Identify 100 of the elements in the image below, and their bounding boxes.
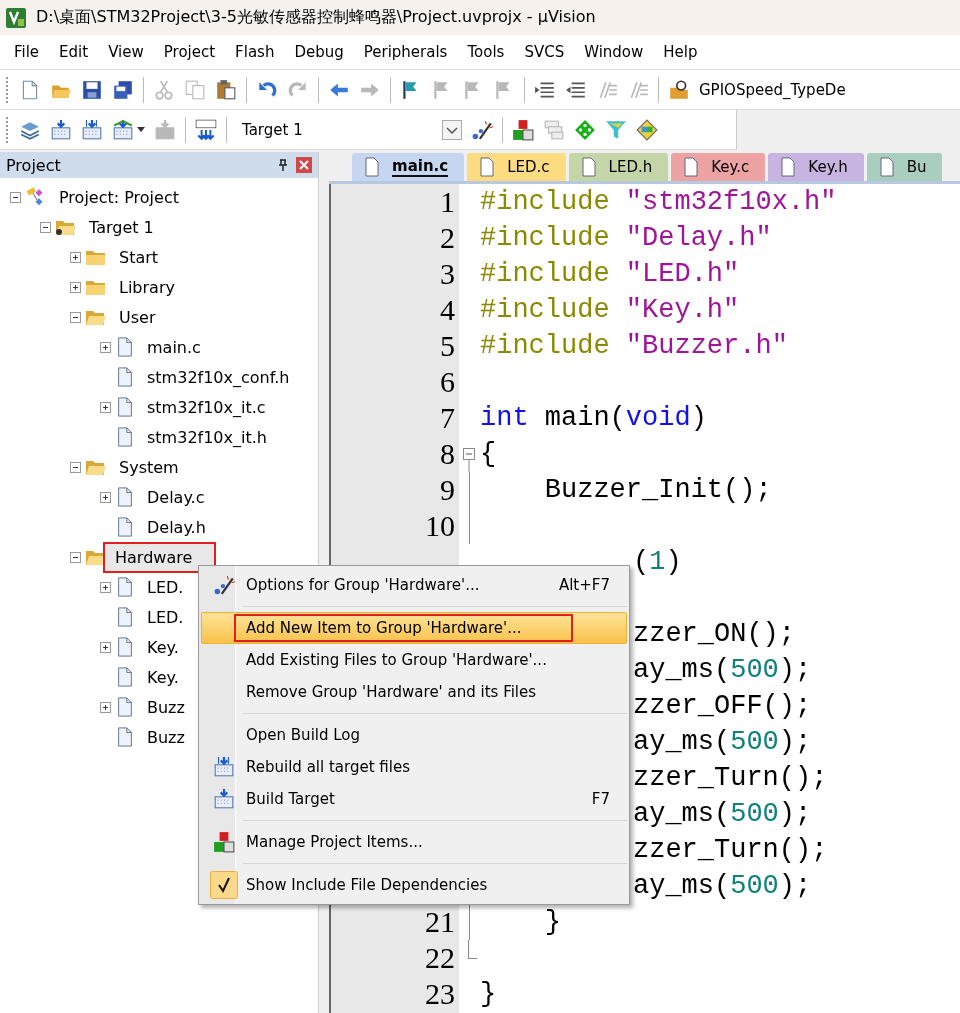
tree-item[interactable]: stm32f10x_conf.h	[143, 365, 294, 389]
tree-item[interactable]: System	[115, 455, 183, 479]
tree-item[interactable]: Delay.c	[143, 485, 209, 509]
collapse-icon[interactable]	[40, 221, 51, 233]
tree-item[interactable]: User	[115, 305, 160, 329]
menu-item[interactable]: Tools	[457, 43, 515, 61]
menu-item[interactable]: Debug	[284, 43, 354, 61]
menu-item[interactable]: Remove Group 'Hardware' and its Files	[201, 676, 627, 708]
code-line: {	[479, 439, 497, 469]
expand-icon[interactable]	[100, 701, 111, 713]
menu-item[interactable]: Window	[574, 43, 654, 61]
tree-item[interactable]: Buzz	[143, 695, 189, 719]
tree-item[interactable]: LED.	[143, 575, 188, 599]
menu-item[interactable]: Add New Item to Group 'Hardware'...	[201, 612, 627, 644]
paste-icon[interactable]	[215, 78, 237, 101]
menu-item[interactable]: Manage Project Items...	[201, 826, 627, 858]
save-all-icon[interactable]	[112, 78, 134, 101]
file-icon	[580, 157, 597, 177]
find-text[interactable]: GPIOSpeed_TypeDe	[699, 80, 846, 99]
file-icon	[364, 157, 380, 177]
line-number: 23	[425, 977, 455, 1011]
expand-icon[interactable]	[100, 491, 111, 503]
code-line: ay_ms(500);	[632, 799, 812, 829]
load-icon[interactable]	[195, 118, 217, 141]
file-tab[interactable]: LED.c	[467, 153, 566, 181]
line-number: 3	[440, 257, 455, 291]
save-icon[interactable]	[81, 78, 103, 101]
file-icon	[479, 157, 496, 177]
menu-item[interactable]: Project	[153, 43, 226, 61]
menu-item[interactable]: Help	[653, 43, 708, 61]
chevron-down-icon[interactable]	[442, 119, 462, 140]
panel-title: Project	[6, 155, 62, 175]
tree-item[interactable]: main.c	[143, 335, 205, 359]
collapse-icon[interactable]	[70, 461, 81, 473]
menu-item[interactable]: File	[4, 43, 50, 61]
line-number: 22	[425, 941, 455, 975]
menu-item[interactable]: View	[98, 43, 154, 61]
app-logo-icon	[6, 7, 26, 28]
diamond-icon[interactable]	[574, 118, 596, 141]
code-line: }	[543, 907, 561, 937]
tree-item[interactable]: Hardware	[103, 541, 217, 573]
tree-item[interactable]: Start	[115, 245, 163, 269]
find-in-files-icon[interactable]	[668, 78, 690, 101]
code-line: }	[479, 979, 497, 1009]
tree-item[interactable]: Project: Project	[55, 185, 183, 209]
expand-icon[interactable]	[100, 641, 111, 653]
file-icon	[683, 157, 700, 177]
file-icon	[780, 157, 797, 177]
menu-item[interactable]: Build Target F7	[201, 783, 627, 815]
file-tab[interactable]: LED.h	[568, 153, 669, 181]
blocks-icon[interactable]	[512, 118, 534, 141]
menu-item[interactable]: Edit	[49, 43, 99, 61]
build-icon	[213, 788, 235, 810]
line-number: 1	[440, 185, 455, 219]
build-icon[interactable]	[50, 118, 72, 141]
code-line: zzer_Turn();	[632, 835, 828, 865]
magic-wand-icon[interactable]	[471, 118, 493, 141]
caret-icon[interactable]	[137, 127, 145, 132]
package-icon[interactable]	[636, 118, 658, 141]
file-tab[interactable]: Bu	[866, 153, 943, 181]
collapse-icon[interactable]	[70, 311, 81, 323]
code-line: ay_ms(500);	[632, 655, 812, 685]
tree-item[interactable]: Delay.h	[143, 515, 210, 539]
file-tab[interactable]: main.c	[352, 153, 465, 181]
batch-build-icon[interactable]	[112, 118, 134, 141]
code-line: zzer_Turn();	[632, 763, 828, 793]
expand-icon[interactable]	[70, 281, 81, 293]
tree-item[interactable]: LED.	[143, 605, 188, 629]
pin-icon[interactable]	[278, 159, 288, 171]
line-number: 9	[440, 473, 455, 507]
menu-item[interactable]: Rebuild all target files	[201, 751, 627, 783]
code-line: Buzzer_Init();	[543, 475, 772, 505]
code-line: ay_ms(500);	[632, 727, 812, 757]
tree-item[interactable]: Key.	[143, 665, 183, 689]
expand-icon[interactable]	[100, 401, 111, 413]
file-tab[interactable]: Key.c	[671, 153, 766, 181]
code-line: ay_ms(500);	[632, 871, 812, 901]
expand-icon[interactable]	[100, 341, 111, 353]
rebuild-icon[interactable]	[81, 118, 103, 141]
code-line: #include "Key.h"	[479, 295, 740, 325]
collapse-icon[interactable]	[70, 551, 81, 563]
menu-item[interactable]: Peripherals	[353, 43, 458, 61]
menu-item[interactable]: SVCS	[514, 43, 575, 61]
file-tab[interactable]: Key.h	[768, 153, 864, 181]
tree-item[interactable]: stm32f10x_it.h	[143, 425, 271, 449]
tree-item[interactable]: stm32f10x_it.c	[143, 395, 270, 419]
line-number: 21	[425, 905, 455, 939]
close-icon[interactable]	[296, 157, 312, 173]
line-number: 5	[440, 329, 455, 363]
collapse-icon[interactable]	[10, 191, 21, 203]
tree-item[interactable]: Key.	[143, 635, 183, 659]
tree-item[interactable]: Target 1	[85, 215, 158, 239]
menu-item[interactable]: Show Include File Dependencies	[201, 869, 627, 901]
menu-item[interactable]: Open Build Log	[201, 719, 627, 751]
tree-item[interactable]: Library	[115, 275, 179, 299]
tree-item[interactable]: Buzz	[143, 725, 189, 749]
expand-icon[interactable]	[70, 251, 81, 263]
menu-item[interactable]: Add Existing Files to Group 'Hardware'...	[201, 644, 627, 676]
menu-item[interactable]: Flash	[225, 43, 285, 61]
expand-icon[interactable]	[100, 581, 111, 593]
